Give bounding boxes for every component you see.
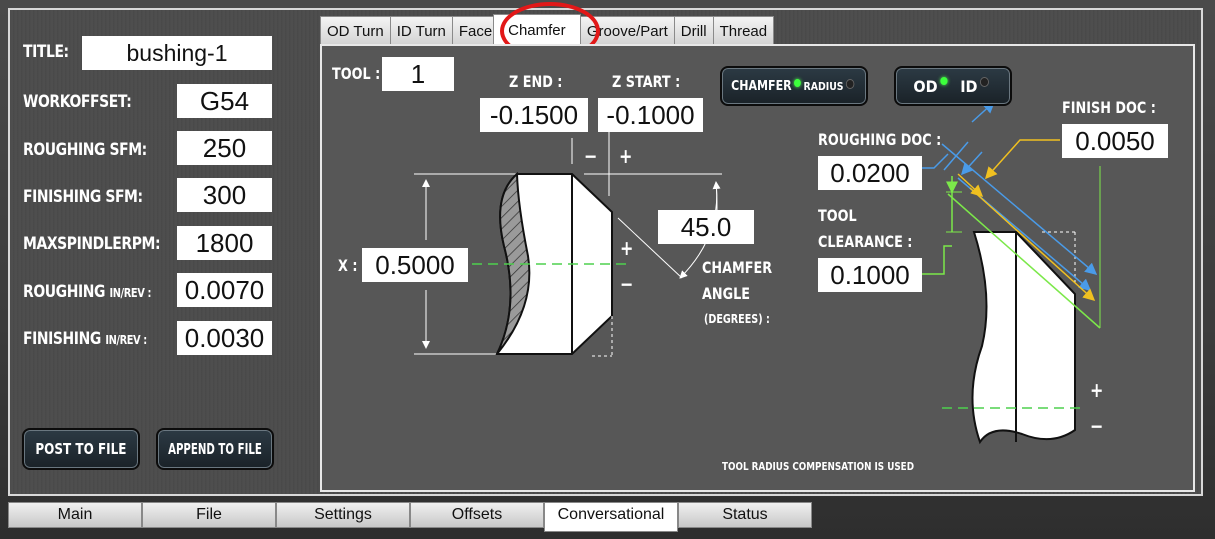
roughing-feed-label-text: ROUGHING (23, 282, 106, 302)
x-label: X : (338, 256, 358, 275)
chamfer-panel: TOOL : 1 Z END : -0.1500 Z START : -0.10… (320, 44, 1195, 492)
tab-settings[interactable]: Settings (276, 502, 410, 528)
od-id-toggle[interactable]: OD ID (894, 66, 1012, 106)
title-label: TITLE: (23, 42, 69, 62)
tab-thread[interactable]: Thread (712, 16, 775, 44)
main-tabs: Main File Settings Offsets Conversationa… (8, 502, 812, 532)
work-offset-input[interactable]: G54 (177, 84, 272, 118)
max-spindle-input[interactable]: 1800 (177, 226, 272, 260)
append-to-file-label: APPEND TO FILE (168, 440, 262, 458)
chamfer-angle-label-1: CHAMFER (702, 258, 773, 277)
finishing-sfm-input[interactable]: 300 (177, 178, 272, 212)
finish-doc-input[interactable]: 0.0050 (1062, 124, 1168, 158)
chamfer-angle-input[interactable]: 45.0 (658, 210, 754, 244)
radius-led-icon (845, 78, 855, 89)
od-led-icon (940, 76, 948, 85)
append-to-file-button[interactable]: APPEND TO FILE (156, 428, 274, 470)
max-spindle-label: MAXSPINDLERPM: (23, 234, 161, 254)
z-start-label: Z START : (612, 72, 681, 91)
post-to-file-button[interactable]: POST TO FILE (22, 428, 140, 470)
od-toggle-label: OD (913, 76, 938, 96)
tool-label: TOOL : (332, 64, 381, 83)
tool-clearance-label-2: CLEARANCE : (818, 232, 913, 251)
radius-toggle-label: RADIUS (803, 79, 844, 93)
tab-status[interactable]: Status (678, 502, 812, 528)
finish-doc-label: FINISH DOC : (1062, 98, 1156, 117)
x-minus-sign: − (620, 272, 634, 296)
roughing-sfm-input[interactable]: 250 (177, 131, 272, 165)
z-start-input[interactable]: -0.1000 (598, 98, 703, 132)
tool-minus-sign: − (1090, 414, 1104, 438)
roughing-feed-unit: IN/REV : (109, 286, 151, 300)
roughing-doc-label: ROUGHING DOC : (818, 130, 942, 149)
tab-face[interactable]: Face (451, 16, 494, 44)
finishing-feed-label-text: FINISHING (23, 329, 101, 349)
tool-clearance-input[interactable]: 0.1000 (818, 258, 922, 292)
tool-plus-sign: + (1090, 378, 1104, 402)
z-end-input[interactable]: -0.1500 (480, 98, 588, 132)
chamfer-angle-label-2: ANGLE (702, 284, 751, 303)
chamfer-radius-toggle[interactable]: CHAMFER RADIUS (720, 66, 868, 106)
id-toggle-label: ID (960, 76, 978, 96)
id-led-icon (980, 76, 990, 87)
post-to-file-label: POST TO FILE (35, 440, 127, 458)
title-input[interactable]: bushing-1 (82, 36, 272, 70)
tool-clearance-label-1: TOOL (818, 206, 857, 225)
tab-main[interactable]: Main (8, 502, 142, 528)
tab-id-turn[interactable]: ID Turn (389, 16, 453, 44)
tab-file[interactable]: File (142, 502, 276, 528)
tab-od-turn[interactable]: OD Turn (320, 16, 391, 44)
roughing-feed-label: ROUGHING IN/REV : (23, 282, 151, 302)
z-minus-sign: − (584, 144, 598, 168)
x-input[interactable]: 0.5000 (362, 248, 468, 282)
compensation-note: TOOL RADIUS COMPENSATION IS USED (722, 460, 914, 473)
z-end-label: Z END : (509, 72, 563, 91)
finishing-feed-input[interactable]: 0.0030 (177, 321, 272, 355)
work-offset-label: WORKOFFSET: (23, 92, 132, 112)
tab-offsets[interactable]: Offsets (410, 502, 544, 528)
finishing-sfm-label: FINISHING SFM: (23, 187, 143, 207)
tab-drill[interactable]: Drill (673, 16, 714, 44)
finishing-feed-unit: IN/REV : (105, 333, 147, 347)
tool-input[interactable]: 1 (382, 57, 454, 91)
chamfer-angle-label-3: (DEGREES) : (704, 312, 770, 326)
roughing-sfm-label: ROUGHING SFM: (23, 140, 147, 160)
roughing-feed-input[interactable]: 0.0070 (177, 273, 272, 307)
roughing-doc-input[interactable]: 0.0200 (818, 156, 922, 190)
chamfer-toggle-label: CHAMFER (730, 78, 792, 94)
x-plus-sign: + (620, 236, 634, 260)
tab-conversational[interactable]: Conversational (544, 502, 678, 532)
chamfer-led-icon (794, 78, 801, 87)
finishing-feed-label: FINISHING IN/REV : (23, 329, 147, 349)
z-plus-sign: + (619, 144, 633, 168)
